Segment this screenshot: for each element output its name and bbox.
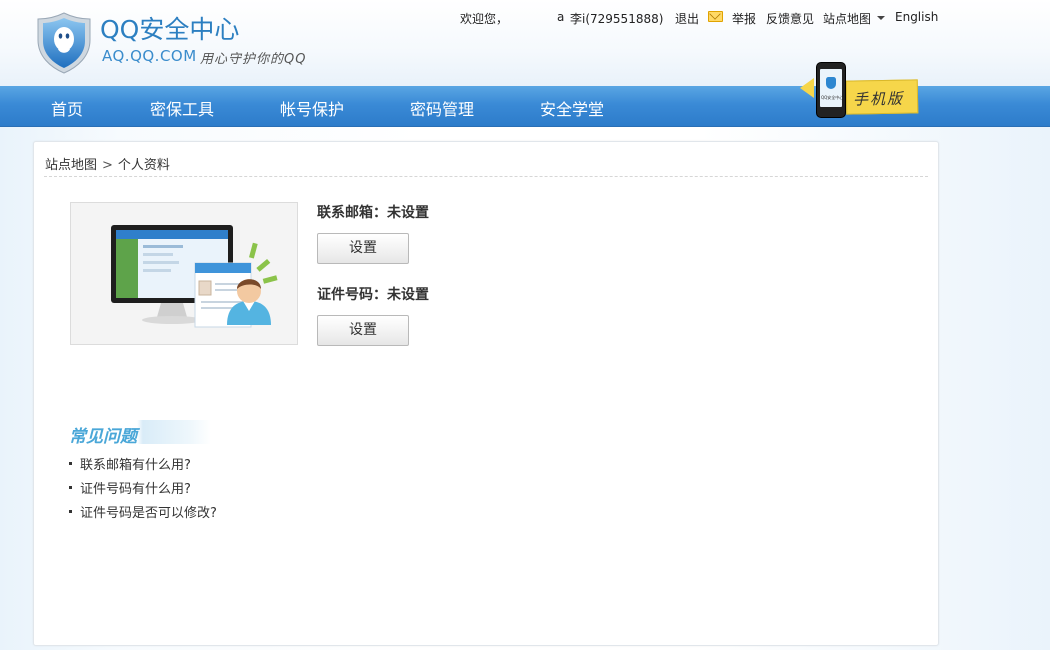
nav-item-security-tools[interactable]: 密保工具 — [150, 96, 214, 120]
phone-screen-text: QQ安全中心 — [821, 95, 844, 101]
bullet-icon — [69, 510, 72, 513]
qq-shield-logo-icon[interactable] — [36, 12, 92, 74]
id-number-status-label: 证件号码：未设置 — [317, 287, 429, 303]
feedback-link[interactable]: 反馈意见 — [766, 10, 814, 27]
faq-list: 联系邮箱有什么用? 证件号码有什么用? 证件号码是否可以修改? — [69, 454, 217, 526]
breadcrumb-separator: > — [102, 158, 113, 173]
english-link[interactable]: English — [895, 10, 938, 24]
faq-item-id-purpose[interactable]: 证件号码有什么用? — [69, 478, 217, 502]
chevron-down-icon[interactable] — [877, 16, 885, 20]
content-panel: 站点地图 > 个人资料 联系邮箱：未设置 设置 证件号码：未设置 设置 常见问题… — [33, 141, 939, 646]
computer-profile-icon — [111, 225, 278, 328]
report-link[interactable]: 举报 — [732, 10, 756, 27]
phone-shield-icon — [826, 77, 836, 89]
user-name[interactable]: 李i(729551888) — [570, 10, 663, 27]
breadcrumb-current: 个人资料 — [117, 158, 170, 173]
divider — [44, 176, 928, 177]
nav-item-account-protection[interactable]: 帐号保护 — [280, 96, 344, 120]
mobile-version-badge[interactable]: 手机版 QQ安全中心 — [796, 60, 926, 120]
sitemap-link[interactable]: 站点地图 — [823, 10, 871, 27]
faq-item-text[interactable]: 证件号码是否可以修改? — [80, 506, 217, 521]
mail-icon[interactable] — [708, 11, 723, 22]
profile-illustration — [70, 202, 298, 345]
mobile-ribbon: 手机版 — [845, 79, 919, 115]
nav-item-security-school[interactable]: 安全学堂 — [540, 96, 604, 120]
breadcrumb: 站点地图 > 个人资料 — [45, 154, 170, 173]
faq-title-text: 常见问题 — [69, 427, 137, 447]
user-initial: a — [557, 10, 565, 24]
logo-slogan: 用心守护你的QQ — [200, 52, 307, 67]
mobile-badge-label: 手机版 — [852, 89, 905, 109]
faq-item-id-modifiable[interactable]: 证件号码是否可以修改? — [69, 502, 217, 526]
faq-item-email-purpose[interactable]: 联系邮箱有什么用? — [69, 454, 217, 478]
nav-item-home[interactable]: 首页 — [51, 96, 83, 120]
faq-item-text[interactable]: 证件号码有什么用? — [80, 482, 191, 497]
breadcrumb-sitemap-link[interactable]: 站点地图 — [45, 158, 97, 173]
phone-icon: QQ安全中心 — [816, 62, 846, 118]
faq-item-text[interactable]: 联系邮箱有什么用? — [80, 458, 191, 473]
phone-screen: QQ安全中心 — [820, 69, 844, 107]
welcome-text: 欢迎您， — [460, 12, 509, 26]
bullet-icon — [69, 486, 72, 489]
bullet-icon — [69, 462, 72, 465]
set-email-button[interactable]: 设置 — [317, 233, 409, 264]
logo-title[interactable]: QQ安全中心 — [100, 10, 239, 46]
logout-link[interactable]: 退出 — [675, 10, 699, 27]
logo-domain: AQ.QQ.COM — [102, 47, 197, 65]
nav-item-password-management[interactable]: 密码管理 — [410, 96, 474, 120]
ribbon-tail — [800, 78, 814, 98]
faq-title: 常见问题 — [69, 420, 211, 447]
set-id-number-button[interactable]: 设置 — [317, 315, 409, 346]
email-status-label: 联系邮箱：未设置 — [317, 205, 429, 221]
